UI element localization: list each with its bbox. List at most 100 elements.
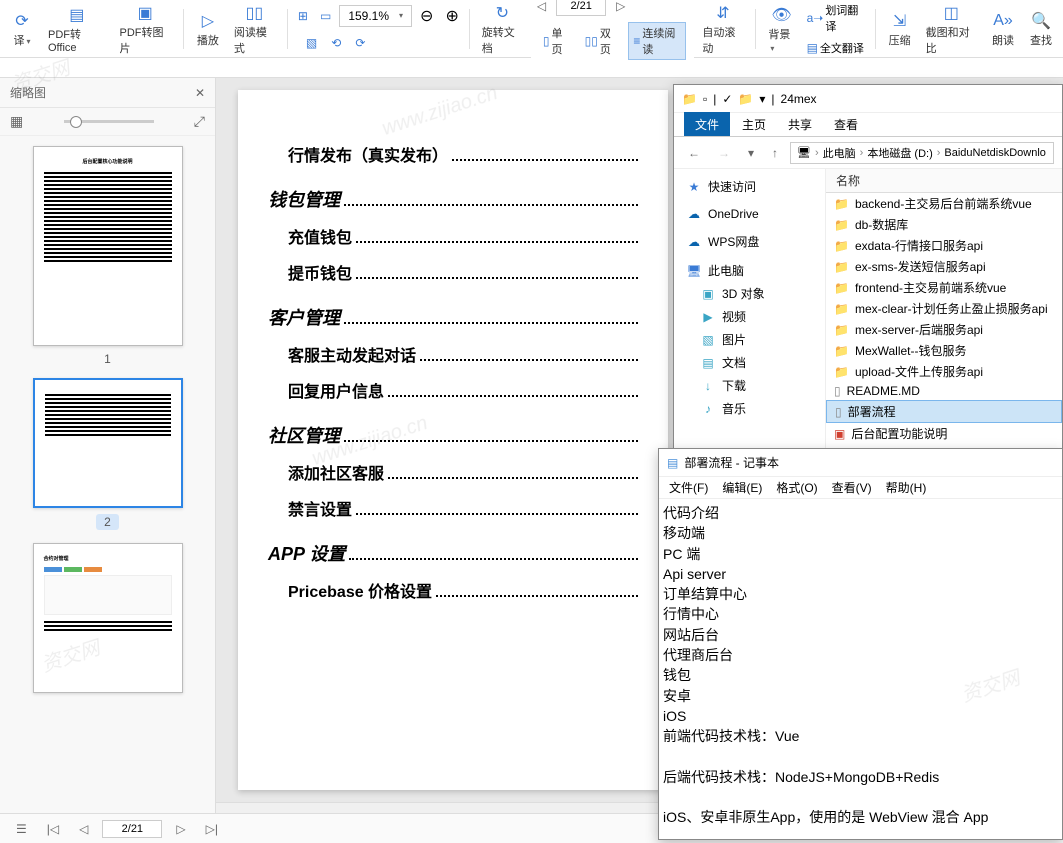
folder-item[interactable]: 📁backend-主交易后台前端系统vue <box>826 193 1062 214</box>
dropdown-button[interactable]: ⟳ 译▾ <box>4 6 40 52</box>
thumb-size-slider[interactable] <box>64 120 154 123</box>
back-button[interactable]: ← <box>682 144 706 162</box>
menu-view[interactable]: 查看(V) <box>832 479 872 496</box>
folder-item[interactable]: 📁upload-文件上传服务api <box>826 361 1062 382</box>
continuous-button[interactable]: ≡连续阅读 <box>628 22 686 60</box>
fit-width-button[interactable]: ⊞ <box>294 7 312 25</box>
folder-icon: 📁 <box>834 197 849 211</box>
rotate-icon: ⟳ <box>11 10 33 32</box>
eye-icon: 👁 <box>770 4 792 26</box>
pdf-to-image-button[interactable]: ▣ PDF转图片 <box>114 0 177 60</box>
background-button[interactable]: 👁 背景▾ <box>762 0 800 58</box>
tree-quick-access[interactable]: ★快速访问 <box>678 175 821 198</box>
tree-downloads[interactable]: ↓下载 <box>678 374 821 397</box>
tree-3d[interactable]: ▣3D 对象 <box>678 282 821 305</box>
notepad-title: 部署流程 - 记事本 <box>684 454 779 471</box>
tree-onedrive[interactable]: ☁OneDrive <box>678 204 821 224</box>
rotate-button[interactable]: ↻ 旋转文档 <box>476 0 529 60</box>
pdf-image-label: PDF转图片 <box>120 24 171 56</box>
explorer-titlebar[interactable]: 📁 ▫|✓📁▾| 24mex <box>674 85 1062 113</box>
pdf-to-office-button[interactable]: ▤ PDF转Office <box>42 0 112 58</box>
address-bar[interactable]: 🖥 › 此电脑 › 本地磁盘 (D:) › BaiduNetdiskDownlo <box>790 142 1054 164</box>
thumb-grid-icon[interactable]: ▦ <box>10 113 23 130</box>
folder-item[interactable]: 📁MexWallet--钱包服务 <box>826 340 1062 361</box>
next-page-button[interactable]: ▷ <box>610 0 631 15</box>
page-input[interactable] <box>102 820 162 838</box>
tree-wps[interactable]: ☁WPS网盘 <box>678 230 821 253</box>
double-page-button[interactable]: ▯▯双页 <box>581 22 623 60</box>
notepad-window: ▤ 部署流程 - 记事本 文件(F) 编辑(E) 格式(O) 查看(V) 帮助(… <box>658 448 1063 840</box>
thumbnail-page-2[interactable]: 2 <box>33 378 183 531</box>
last-page-button[interactable]: ▷| <box>200 820 224 838</box>
page-number-input[interactable] <box>556 0 606 16</box>
crop-icon: ◫ <box>940 2 962 24</box>
prev-page-button[interactable]: ◁ <box>73 820 94 838</box>
forward-button[interactable]: → <box>712 144 736 162</box>
compress-button[interactable]: ⇲ 压缩 <box>882 6 918 52</box>
notepad-titlebar[interactable]: ▤ 部署流程 - 记事本 <box>659 449 1062 477</box>
single-page-button[interactable]: ▯单页 <box>539 22 575 60</box>
folder-item[interactable]: 📁exdata-行情接口服务api <box>826 235 1062 256</box>
speaker-icon: A» <box>992 10 1014 32</box>
find-button[interactable]: 🔍 查找 <box>1023 6 1059 52</box>
play-button[interactable]: ▷ 播放 <box>190 6 226 52</box>
folder-item[interactable]: 📁frontend-主交易前端系统vue <box>826 277 1062 298</box>
tab-home[interactable]: 主页 <box>732 113 776 136</box>
read-aloud-button[interactable]: A» 朗读 <box>985 6 1021 52</box>
read-mode-button[interactable]: ▯▯ 阅读模式 <box>228 0 281 60</box>
file-deploy[interactable]: ▯部署流程 <box>826 400 1062 423</box>
tree-video[interactable]: ▶视频 <box>678 305 821 328</box>
file-readme[interactable]: ▯README.MD <box>826 382 1062 400</box>
folder-item[interactable]: 📁mex-clear-计划任务止盈止损服务api <box>826 298 1062 319</box>
notepad-content[interactable]: 代码介绍 移动端 PC 端 Api server 订单结算中心 行情中心 网站后… <box>659 499 1062 839</box>
zoom-out-button[interactable]: ⊖ <box>416 4 437 28</box>
zoom-input[interactable]: 159.1%▾ <box>339 5 412 27</box>
thumbnail-page-1[interactable]: 后台配置核心功能说明 1 <box>33 146 183 366</box>
folder-item[interactable]: 📁mex-server-后端服务api <box>826 319 1062 340</box>
up-button[interactable]: ↑ <box>766 144 784 162</box>
compress-label: 压缩 <box>889 32 911 48</box>
doc-subheading: 禁言设置 <box>288 496 638 520</box>
explorer-file-list[interactable]: 名称 📁backend-主交易后台前端系统vue📁db-数据库📁exdata-行… <box>826 169 1062 448</box>
full-translate-button[interactable]: ▤全文翻译 <box>803 38 869 58</box>
folder-item[interactable]: 📁ex-sms-发送短信服务api <box>826 256 1062 277</box>
first-page-button[interactable]: |◁ <box>41 820 65 838</box>
zoom-in-button[interactable]: ⊕ <box>441 4 462 28</box>
opt-b-button[interactable]: ⟲ <box>327 34 345 52</box>
word-translate-button[interactable]: a➝划词翻译 <box>803 0 869 36</box>
pdf-icon: ▣ <box>834 427 845 441</box>
read-mode-label: 阅读模式 <box>234 24 275 56</box>
prev-page-button[interactable]: ◁ <box>531 0 552 15</box>
opt-a-button[interactable]: ▧ <box>302 34 321 52</box>
thumbnail-page-3[interactable]: 合约对管理 <box>33 543 183 693</box>
doc-heading: 社区管理 <box>268 422 638 448</box>
menu-edit[interactable]: 编辑(E) <box>722 479 762 496</box>
menu-icon[interactable]: ☰ <box>10 820 33 838</box>
tree-music[interactable]: ♪音乐 <box>678 397 821 420</box>
opt-c-button[interactable]: ⟳ <box>351 34 369 52</box>
crop-compare-button[interactable]: ◫ 截图和对比 <box>920 0 983 60</box>
file-config[interactable]: ▣后台配置功能说明 <box>826 423 1062 444</box>
menu-file[interactable]: 文件(F) <box>669 479 708 496</box>
explorer-title: 24mex <box>781 92 817 106</box>
menu-help[interactable]: 帮助(H) <box>886 479 927 496</box>
tab-view[interactable]: 查看 <box>824 113 868 136</box>
next-page-button[interactable]: ▷ <box>170 820 191 838</box>
folder-item[interactable]: 📁db-数据库 <box>826 214 1062 235</box>
doc-subheading: Pricebase 价格设置 <box>288 578 638 602</box>
close-sidebar-button[interactable]: ✕ <box>195 86 205 100</box>
history-button[interactable]: ▾ <box>742 144 760 162</box>
tree-thispc[interactable]: 🖥此电脑 <box>678 259 821 282</box>
tree-pictures[interactable]: ▧图片 <box>678 328 821 351</box>
tree-docs[interactable]: ▤文档 <box>678 351 821 374</box>
thumb-expand-icon[interactable]: ⤢ <box>194 113 205 130</box>
list-column-name[interactable]: 名称 <box>826 169 1062 193</box>
main-toolbar: ⟳ 译▾ ▤ PDF转Office ▣ PDF转图片 ▷ 播放 ▯▯ 阅读模式 … <box>0 0 1063 58</box>
doc-heading: 行情发布（真实发布） <box>288 142 638 166</box>
menu-format[interactable]: 格式(O) <box>776 479 817 496</box>
tab-file[interactable]: 文件 <box>684 112 730 136</box>
explorer-tree[interactable]: ★快速访问 ☁OneDrive ☁WPS网盘 🖥此电脑 ▣3D 对象 ▶视频 ▧… <box>674 169 826 448</box>
auto-scroll-button[interactable]: ⇵ 自动滚动 <box>696 0 749 60</box>
fit-page-button[interactable]: ▭ <box>316 7 335 25</box>
tab-share[interactable]: 共享 <box>778 113 822 136</box>
